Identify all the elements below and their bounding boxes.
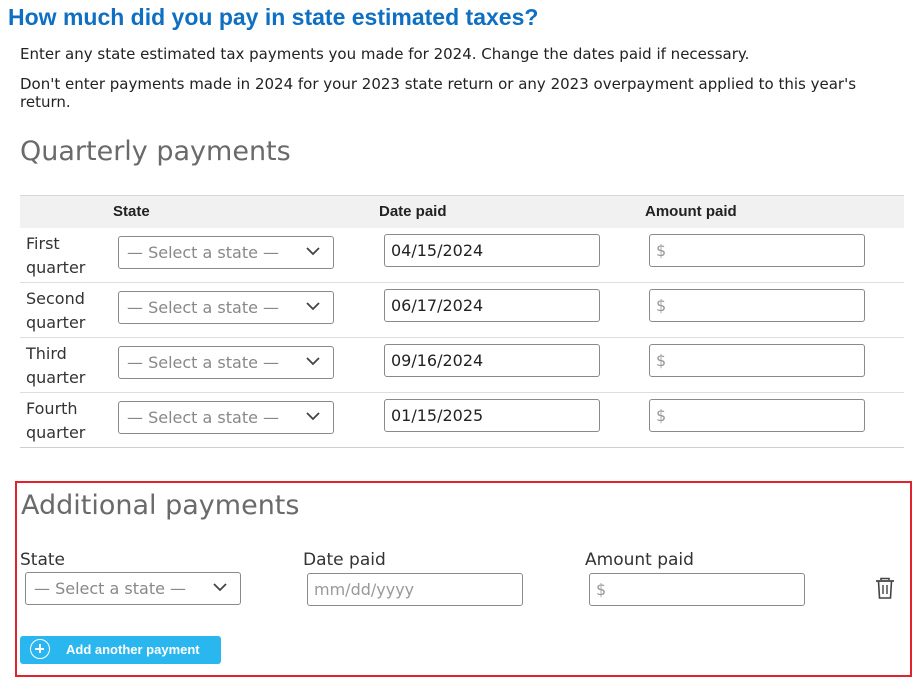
- intro-text: Enter any state estimated tax payments y…: [20, 45, 750, 63]
- table-row: Second quarter — Select a state — 06/17/…: [20, 283, 904, 338]
- amount-paid-input[interactable]: $: [649, 399, 865, 432]
- chevron-down-icon: [213, 583, 227, 592]
- amount-paid-label: Amount paid: [585, 550, 694, 570]
- amount-paid-input[interactable]: $: [649, 344, 865, 377]
- intro-note: Don't enter payments made in 2024 for yo…: [20, 75, 857, 111]
- date-column-header: Date paid: [379, 203, 447, 220]
- state-select-value: — Select a state —: [127, 298, 280, 317]
- amount-column-header: Amount paid: [645, 203, 737, 220]
- dollar-prefix: $: [656, 241, 667, 260]
- state-select-value: — Select a state —: [127, 408, 280, 427]
- dollar-prefix: $: [656, 406, 667, 425]
- date-paid-input[interactable]: 04/15/2024: [384, 234, 600, 267]
- table-row: Third quarter — Select a state — 09/16/2…: [20, 338, 904, 393]
- amount-paid-input[interactable]: $: [649, 234, 865, 267]
- state-column-header: State: [113, 203, 150, 220]
- table-row: Fourth quarter — Select a state — 01/15/…: [20, 393, 904, 448]
- trash-icon[interactable]: [875, 577, 895, 599]
- quarterly-payments-table: State Date paid Amount paid First quarte…: [20, 195, 904, 448]
- additional-date-input[interactable]: mm/dd/yyyy: [307, 573, 523, 606]
- state-select-value: — Select a state —: [127, 353, 280, 372]
- dollar-prefix: $: [656, 351, 667, 370]
- state-select-value: — Select a state —: [127, 243, 280, 262]
- date-paid-input[interactable]: 06/17/2024: [384, 289, 600, 322]
- quarter-label: Third quarter: [26, 344, 86, 387]
- date-paid-label: Date paid: [303, 550, 386, 570]
- state-select[interactable]: — Select a state —: [118, 236, 334, 269]
- add-another-payment-button[interactable]: Add another payment: [20, 636, 221, 664]
- chevron-down-icon: [306, 357, 320, 366]
- chevron-down-icon: [306, 302, 320, 311]
- date-paid-input[interactable]: 09/16/2024: [384, 344, 600, 377]
- plus-circle-icon: [30, 639, 50, 659]
- dollar-prefix: $: [656, 296, 667, 315]
- table-row: First quarter — Select a state — 04/15/2…: [20, 228, 904, 283]
- additional-amount-input[interactable]: $: [589, 573, 805, 606]
- page-title: How much did you pay in state estimated …: [8, 4, 539, 30]
- quarter-label: First quarter: [26, 234, 86, 277]
- dollar-prefix: $: [596, 580, 607, 599]
- state-label: State: [20, 550, 65, 570]
- table-header: State Date paid Amount paid: [20, 195, 904, 228]
- quarterly-payments-heading: Quarterly payments: [20, 136, 291, 167]
- amount-paid-input[interactable]: $: [649, 289, 865, 322]
- additional-payments-heading: Additional payments: [21, 490, 300, 521]
- state-select[interactable]: — Select a state —: [118, 346, 334, 379]
- chevron-down-icon: [306, 247, 320, 256]
- date-paid-input[interactable]: 01/15/2025: [384, 399, 600, 432]
- additional-state-select[interactable]: — Select a state —: [25, 572, 241, 605]
- chevron-down-icon: [306, 412, 320, 421]
- quarter-label: Second quarter: [26, 289, 86, 332]
- state-select-value: — Select a state —: [34, 579, 187, 598]
- state-select[interactable]: — Select a state —: [118, 401, 334, 434]
- add-another-payment-label: Add another payment: [66, 642, 200, 657]
- state-select[interactable]: — Select a state —: [118, 291, 334, 324]
- quarter-label: Fourth quarter: [26, 399, 86, 442]
